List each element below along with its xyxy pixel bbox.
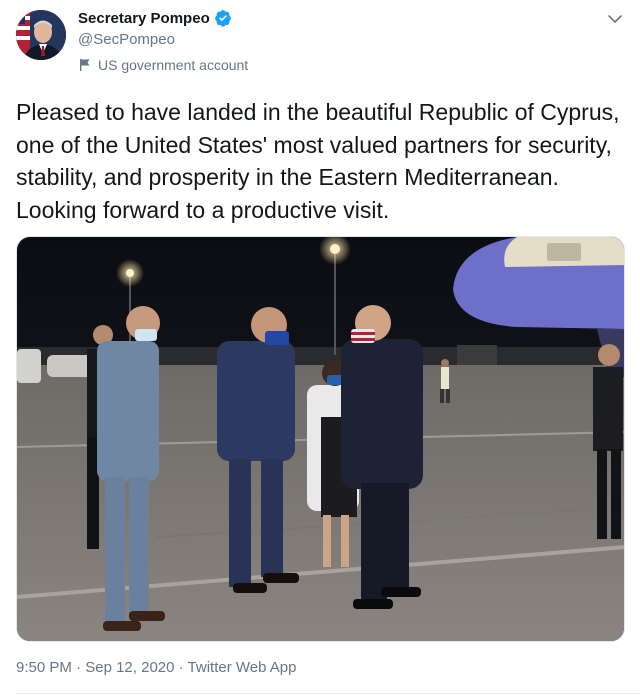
tweet-text: Pleased to have landed in the beautiful …: [16, 99, 620, 223]
government-label: US government account: [78, 57, 248, 73]
display-name[interactable]: Secretary Pompeo: [78, 10, 210, 27]
chevron-down-icon[interactable]: [606, 10, 624, 28]
government-label-text: US government account: [98, 57, 249, 73]
divider: [16, 693, 640, 694]
tweet-source[interactable]: Twitter Web App: [188, 659, 297, 676]
flag-icon: [80, 59, 90, 71]
tweet-metadata: 9:50 PM · Sep 12, 2020 · Twitter Web App: [16, 659, 297, 676]
meta-separator: ·: [76, 659, 82, 676]
meta-separator: ·: [178, 659, 184, 676]
verified-badge-icon: [214, 10, 231, 27]
avatar[interactable]: [16, 10, 66, 60]
tweet-card: Secretary Pompeo @SecPompeo US governmen…: [0, 0, 640, 696]
author-name-row[interactable]: Secretary Pompeo: [78, 9, 232, 27]
tweet-photo[interactable]: [16, 236, 625, 642]
tweet-time[interactable]: 9:50 PM: [16, 659, 72, 676]
tweet-date[interactable]: Sep 12, 2020: [85, 659, 174, 676]
author-handle[interactable]: @SecPompeo: [78, 31, 175, 48]
